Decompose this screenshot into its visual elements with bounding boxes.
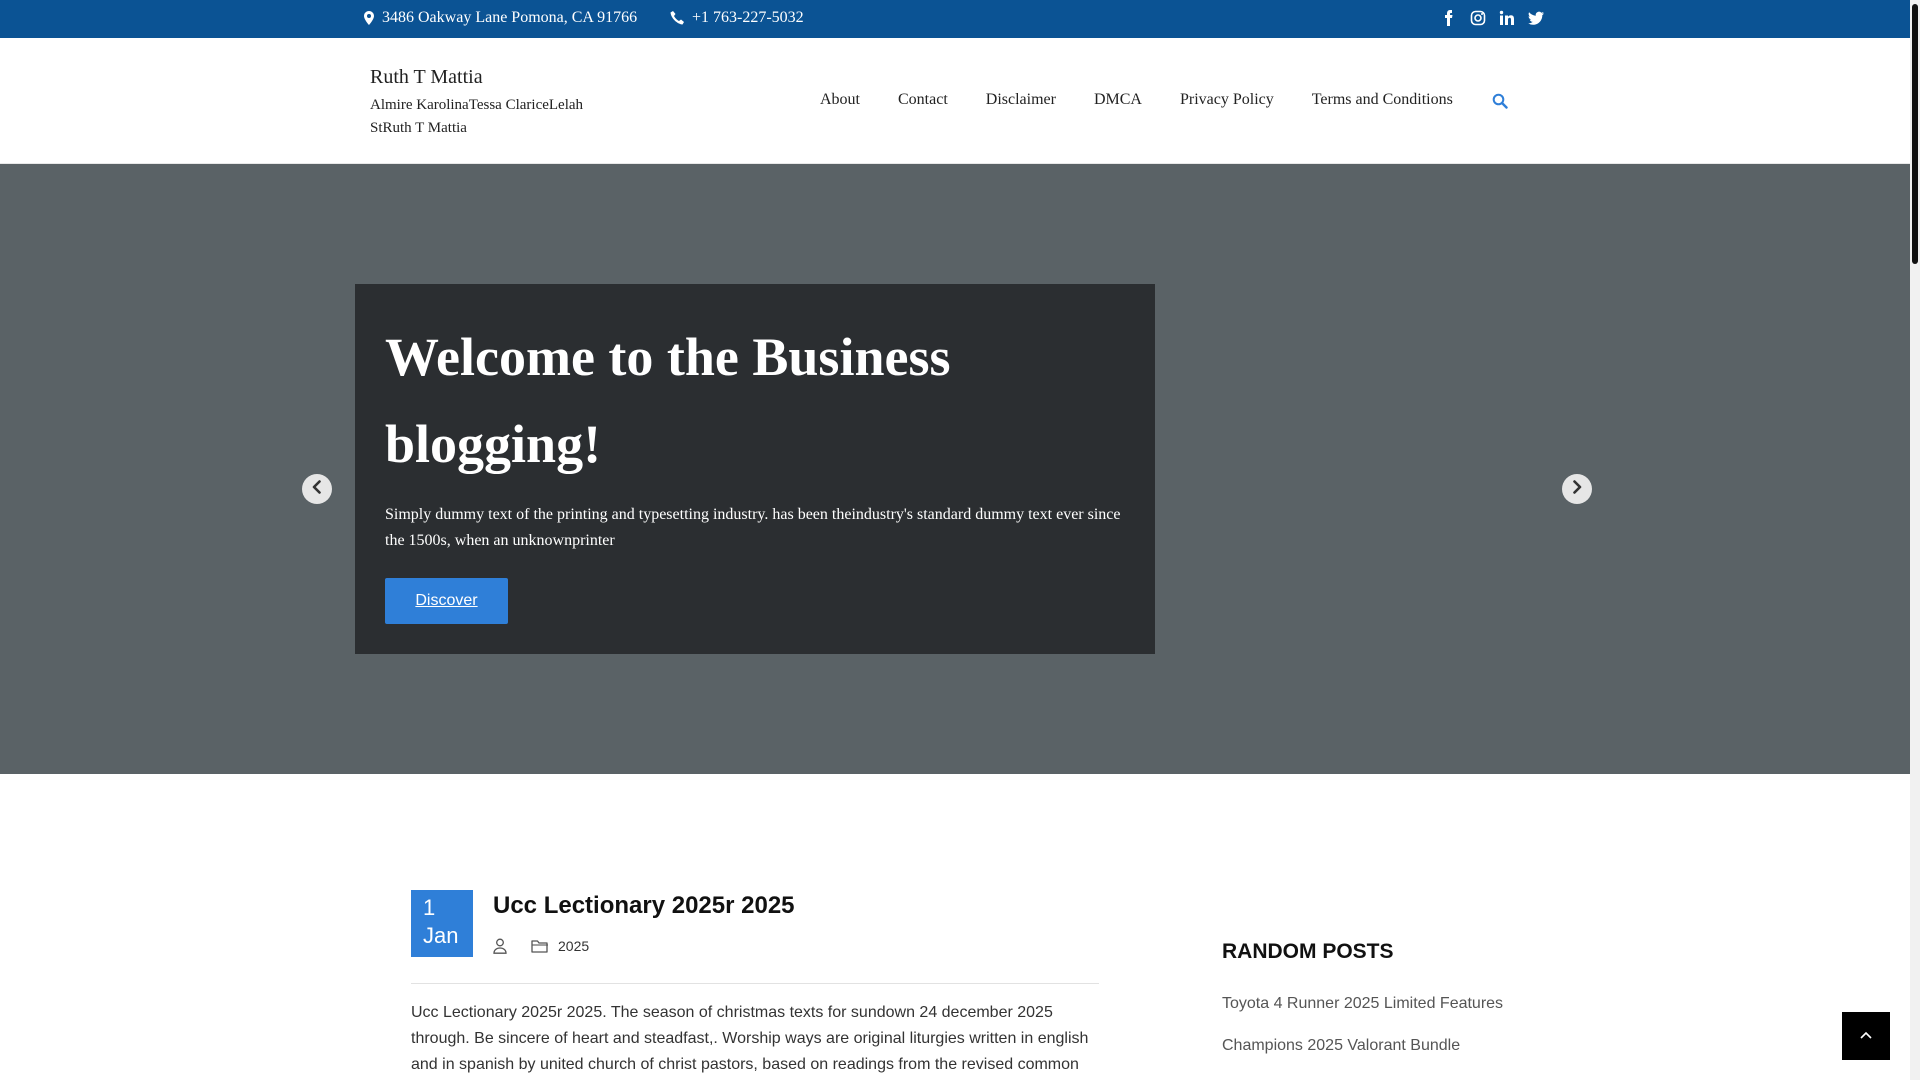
nav-about[interactable]: About [820, 91, 860, 109]
slider-next-button[interactable] [1562, 474, 1592, 504]
slider-prev-button[interactable] [302, 474, 332, 504]
scrollbar-thumb[interactable] [1912, 4, 1918, 264]
twitter-icon[interactable] [1528, 10, 1544, 26]
post-meta: 2025 [493, 938, 589, 954]
phone-text: +1 763-227-5032 [692, 9, 804, 26]
hero-title: Welcome to the Business blogging! [385, 327, 951, 474]
nav-contact[interactable]: Contact [898, 91, 948, 109]
post-month: Jan [423, 923, 459, 948]
chevron-left-icon [310, 479, 324, 499]
search-button[interactable] [1492, 93, 1510, 111]
hero-caption: Welcome to the Business blogging! Simply… [355, 284, 1155, 654]
scrollbar[interactable] [1910, 0, 1920, 1080]
nav-terms-and-conditions[interactable]: Terms and Conditions [1312, 91, 1453, 109]
phone-icon [670, 11, 684, 25]
random-posts-heading: RANDOM POSTS [1222, 940, 1394, 963]
random-posts-list: Toyota 4 Runner 2025 Limited Features Ch… [1222, 995, 1503, 1079]
search-icon [1492, 93, 1508, 113]
address-info: 3486 Oakway Lane Pomona, CA 91766 [364, 9, 637, 27]
nav-privacy-policy[interactable]: Privacy Policy [1180, 91, 1274, 109]
map-marker-icon [364, 11, 374, 25]
facebook-icon[interactable] [1441, 10, 1457, 26]
folder-icon [531, 938, 549, 954]
divider [411, 983, 1099, 984]
chevron-right-icon [1570, 479, 1584, 499]
main-nav: About Contact Disclaimer DMCA Privacy Po… [820, 91, 1453, 109]
random-post-link[interactable]: Toyota 4 Runner 2025 Limited Features [1222, 995, 1503, 1037]
post-category-link[interactable]: 2025 [558, 938, 589, 954]
instagram-icon[interactable] [1470, 10, 1486, 26]
hero-slider: Welcome to the Business blogging! Simply… [0, 164, 1910, 774]
nav-disclaimer[interactable]: Disclaimer [986, 91, 1056, 109]
hero-text: Simply dummy text of the printing and ty… [385, 506, 1121, 549]
back-to-top-button[interactable] [1842, 1012, 1890, 1060]
top-bar: 3486 Oakway Lane Pomona, CA 91766 +1 763… [0, 0, 1910, 38]
post-date-badge: 1 Jan [411, 890, 473, 957]
random-post-link[interactable]: Champions 2025 Valorant Bundle [1222, 1037, 1503, 1079]
phone-info: +1 763-227-5032 [670, 9, 804, 27]
social-links [1441, 10, 1544, 26]
post-title[interactable]: Ucc Lectionary 2025r 2025 [493, 892, 795, 920]
user-icon[interactable] [493, 938, 507, 954]
site-tagline: Almire KarolinaTessa ClariceLelah StRuth… [370, 97, 584, 136]
site-title[interactable]: Ruth T Mattia [370, 66, 483, 89]
discover-button[interactable]: Discover [385, 578, 508, 624]
chevron-up-icon [1859, 1027, 1873, 1045]
post-excerpt: Ucc Lectionary 2025r 2025. The season of… [411, 1004, 1089, 1073]
linkedin-icon[interactable] [1499, 10, 1515, 26]
site-header: Ruth T Mattia Almire KarolinaTessa Clari… [0, 38, 1910, 164]
nav-dmca[interactable]: DMCA [1094, 91, 1142, 109]
address-text: 3486 Oakway Lane Pomona, CA 91766 [382, 9, 638, 26]
post-day: 1 [423, 895, 436, 920]
